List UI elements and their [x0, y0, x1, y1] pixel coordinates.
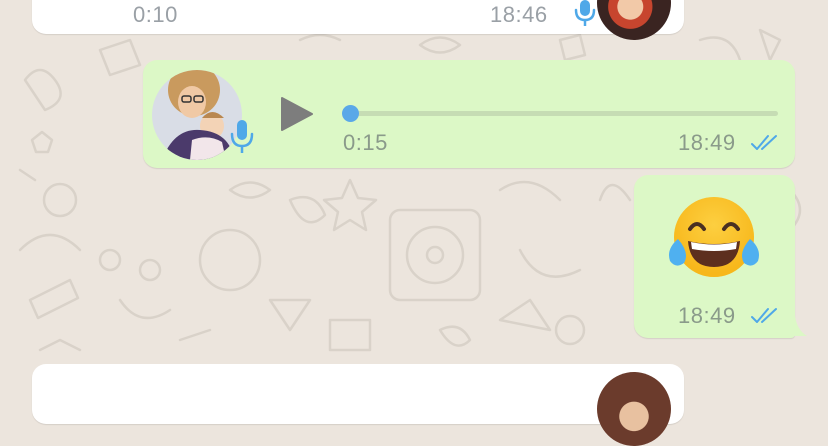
message-time: 18:49 [678, 303, 736, 328]
double-check-icon [751, 135, 777, 150]
mic-icon [574, 0, 596, 26]
double-check-icon [751, 308, 777, 323]
incoming-voice-message[interactable]: 0:10 18:46 [32, 0, 684, 40]
mic-icon [230, 120, 254, 153]
voice-progress-knob[interactable] [342, 105, 359, 122]
voice-progress-track[interactable] [348, 111, 778, 116]
bubble-tail [791, 316, 807, 336]
avatar[interactable] [597, 0, 671, 40]
voice-duration: 0:10 [133, 2, 178, 27]
play-icon[interactable] [280, 96, 314, 132]
incoming-voice-message[interactable] [32, 364, 684, 446]
message-time: 18:46 [490, 2, 548, 27]
outgoing-emoji-message[interactable]: 18:49 [634, 175, 795, 338]
face-with-tears-of-joy-emoji [669, 197, 759, 277]
voice-duration: 0:15 [343, 130, 388, 155]
outgoing-voice-message[interactable]: 0:15 18:49 [143, 60, 795, 168]
message-time: 18:49 [678, 130, 736, 155]
avatar[interactable] [597, 372, 671, 446]
